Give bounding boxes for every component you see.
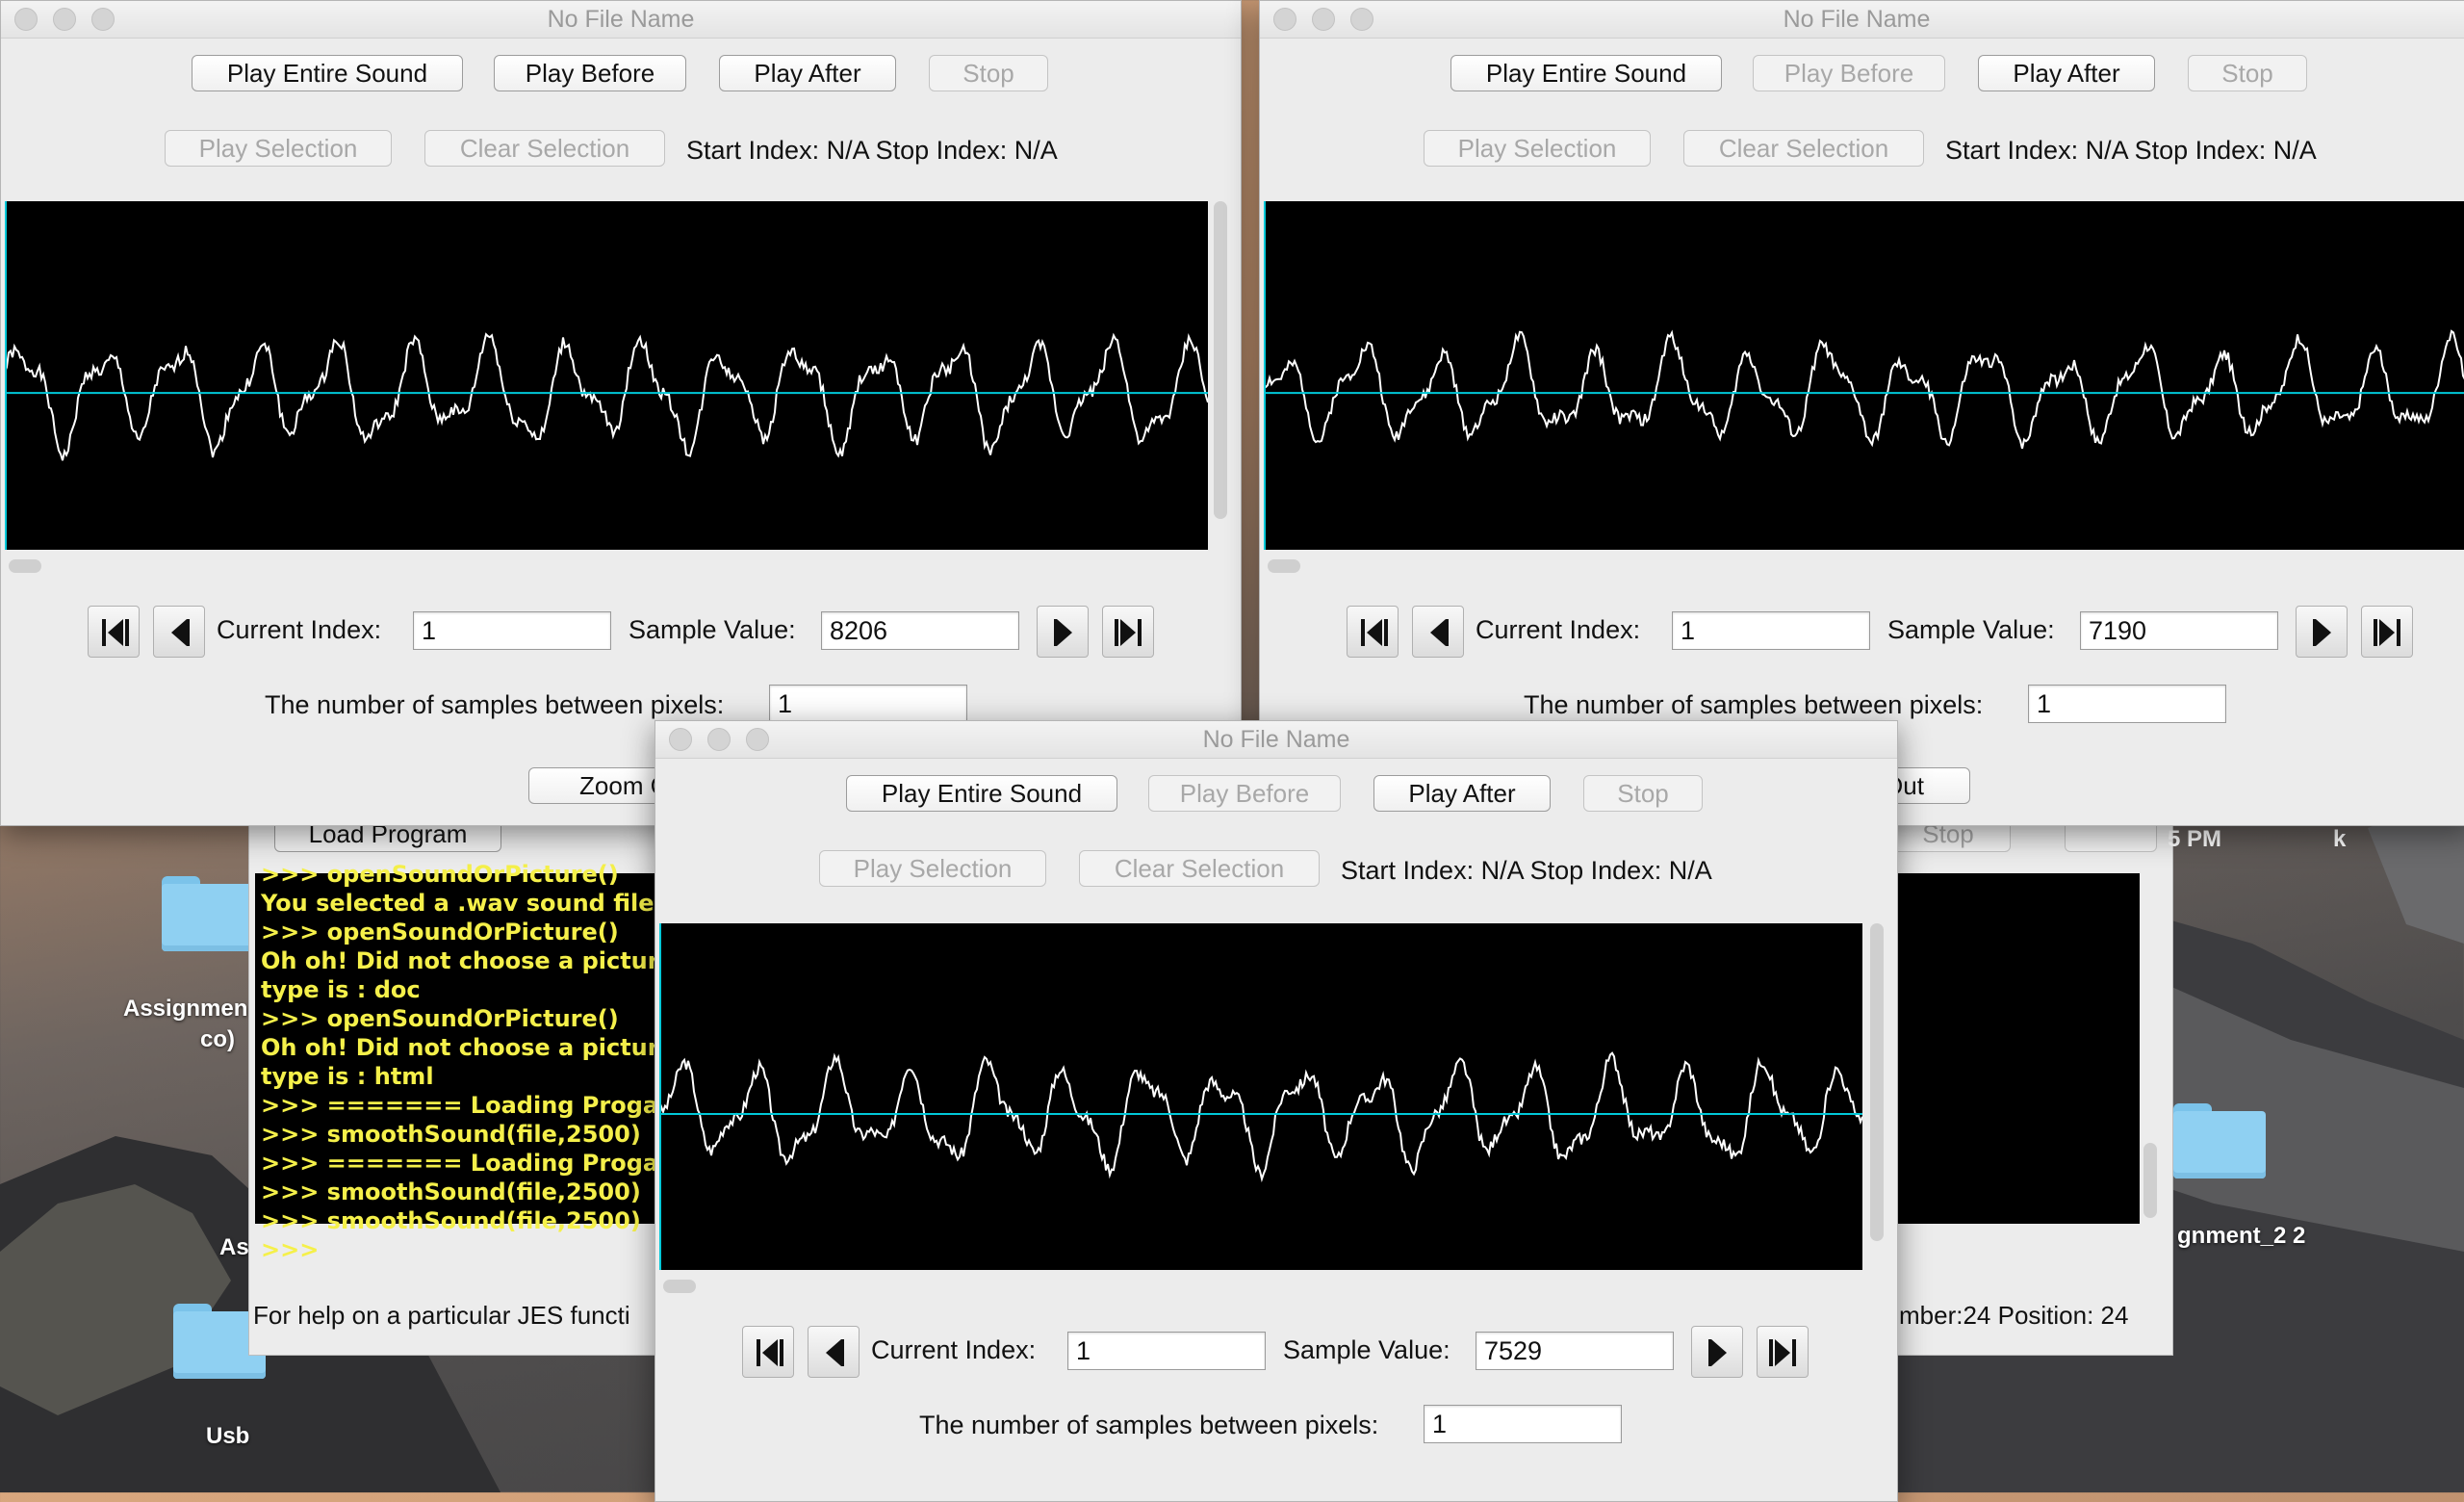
next-sample-button[interactable] (1691, 1326, 1743, 1378)
samples-per-pixel-label: The number of samples between pixels: (919, 1411, 1379, 1439)
current-index-input[interactable]: 1 (413, 611, 611, 650)
arrow-left-icon (171, 619, 190, 646)
arrow-left-icon (826, 1339, 844, 1366)
titlebar: No File Name (655, 721, 1897, 759)
horizontal-scrollbar[interactable] (9, 559, 41, 573)
current-index-label: Current Index: (871, 1335, 1037, 1364)
previous-sample-button[interactable] (1412, 606, 1464, 658)
skip-to-end-icon (1769, 1339, 1796, 1366)
window-title: No File Name (1783, 6, 1931, 33)
jump-to-end-button[interactable] (2361, 606, 2413, 658)
waveform-panel[interactable] (1263, 201, 2464, 550)
play-after-button[interactable]: Play After (1373, 775, 1551, 812)
clear-selection-button[interactable]: Clear Selection (1683, 130, 1924, 167)
waveform-line (1263, 329, 2464, 450)
desktop-label-usb: Usb (206, 1423, 250, 1449)
play-before-button[interactable]: Play Before (494, 55, 686, 91)
play-entire-sound-button[interactable]: Play Entire Sound (846, 775, 1117, 812)
skip-to-end-icon (1115, 619, 1142, 646)
play-selection-button[interactable]: Play Selection (165, 130, 392, 167)
previous-sample-button[interactable] (153, 606, 205, 658)
current-index-label: Current Index: (1476, 615, 1641, 644)
folder-icon-assignment-2-2[interactable] (2173, 1103, 2266, 1178)
waveform-panel[interactable] (658, 923, 1863, 1270)
sample-value-label: Sample Value: (1283, 1335, 1450, 1364)
waveform (658, 923, 1863, 1270)
skip-to-end-icon (2374, 619, 2400, 646)
menu-clock-fragment: 5 PM (2168, 826, 2222, 852)
play-before-button[interactable]: Play Before (1148, 775, 1341, 812)
sound-window-3: No File Name Play Entire Sound Play Befo… (654, 720, 1898, 1502)
stop-button[interactable]: Stop (2188, 55, 2307, 91)
waveform-line (4, 332, 1209, 461)
jump-to-start-button[interactable] (742, 1326, 794, 1378)
selection-index-info: Start Index: N/A Stop Index: N/A (1945, 136, 2317, 165)
current-index-input[interactable]: 1 (1067, 1332, 1266, 1370)
jump-to-start-button[interactable] (88, 606, 140, 658)
play-entire-sound-button[interactable]: Play Entire Sound (1450, 55, 1722, 91)
arrow-left-icon (1430, 619, 1449, 646)
waveform-panel[interactable] (4, 201, 1209, 550)
samples-per-pixel-input[interactable]: 1 (769, 685, 967, 723)
jes-help-text: For help on a particular JES functi (253, 1301, 630, 1330)
jes-status-text: mber:24 Position: 24 (1899, 1301, 2129, 1330)
selection-index-info: Start Index: N/A Stop Index: N/A (1341, 856, 1712, 885)
next-sample-button[interactable] (1037, 606, 1089, 658)
samples-per-pixel-label: The number of samples between pixels: (265, 690, 725, 719)
next-sample-button[interactable] (2296, 606, 2348, 658)
current-index-input[interactable]: 1 (1672, 611, 1870, 650)
sound-window-2: No File Name Play Entire Sound Play Befo… (1259, 0, 2464, 826)
horizontal-scrollbar[interactable] (663, 1280, 696, 1293)
selection-index-info: Start Index: N/A Stop Index: N/A (686, 136, 1058, 165)
skip-to-start-icon (1361, 619, 1388, 646)
play-entire-sound-button[interactable]: Play Entire Sound (192, 55, 463, 91)
arrow-right-icon (1054, 619, 1072, 646)
samples-per-pixel-label: The number of samples between pixels: (1524, 690, 1984, 719)
jump-to-end-button[interactable] (1102, 606, 1154, 658)
sound-window-1: No File Name Play Entire Sound Play Befo… (0, 0, 1242, 826)
stop-button[interactable]: Stop (1583, 775, 1703, 812)
jump-to-start-button[interactable] (1347, 606, 1399, 658)
current-index-label: Current Index: (217, 615, 382, 644)
horizontal-scrollbar[interactable] (1268, 559, 1300, 573)
arrow-right-icon (1708, 1339, 1727, 1366)
play-after-button[interactable]: Play After (1978, 55, 2155, 91)
console-scrollbar[interactable] (2143, 1143, 2157, 1218)
play-selection-button[interactable]: Play Selection (819, 850, 1046, 887)
titlebar: No File Name (1260, 1, 2464, 39)
clear-selection-button[interactable]: Clear Selection (424, 130, 665, 167)
menu-k-fragment: k (2333, 826, 2347, 852)
desktop-label-co: co) (200, 1026, 235, 1052)
waveform-line (658, 1051, 1863, 1183)
vertical-scrollbar[interactable] (1214, 201, 1227, 519)
skip-to-start-icon (757, 1339, 783, 1366)
window-title: No File Name (1202, 726, 1350, 753)
skip-to-start-icon (102, 619, 129, 646)
desktop-label-assignment: Assignmen (123, 996, 248, 1022)
window-title: No File Name (547, 6, 695, 33)
desktop-label-assignment-2-2: gnment_2 2 (2177, 1223, 2306, 1249)
clear-selection-button[interactable]: Clear Selection (1079, 850, 1320, 887)
jump-to-end-button[interactable] (1757, 1326, 1809, 1378)
waveform (1263, 201, 2464, 550)
sample-value-input[interactable]: 7190 (2080, 611, 2278, 650)
sample-value-label: Sample Value: (629, 615, 796, 644)
sample-value-input[interactable]: 8206 (821, 611, 1019, 650)
samples-per-pixel-input[interactable]: 1 (1424, 1405, 1622, 1443)
folder-icon-assignment[interactable] (162, 876, 254, 951)
play-after-button[interactable]: Play After (719, 55, 896, 91)
samples-per-pixel-input[interactable]: 1 (2028, 685, 2226, 723)
titlebar: No File Name (1, 1, 1241, 39)
waveform (4, 201, 1209, 550)
vertical-scrollbar[interactable] (1870, 923, 1884, 1241)
sample-value-label: Sample Value: (1887, 615, 2055, 644)
play-before-button[interactable]: Play Before (1753, 55, 1945, 91)
play-selection-button[interactable]: Play Selection (1424, 130, 1651, 167)
desktop-label-as: As (219, 1234, 249, 1260)
previous-sample-button[interactable] (808, 1326, 860, 1378)
stop-button[interactable]: Stop (929, 55, 1048, 91)
sample-value-input[interactable]: 7529 (1476, 1332, 1674, 1370)
arrow-right-icon (2313, 619, 2331, 646)
